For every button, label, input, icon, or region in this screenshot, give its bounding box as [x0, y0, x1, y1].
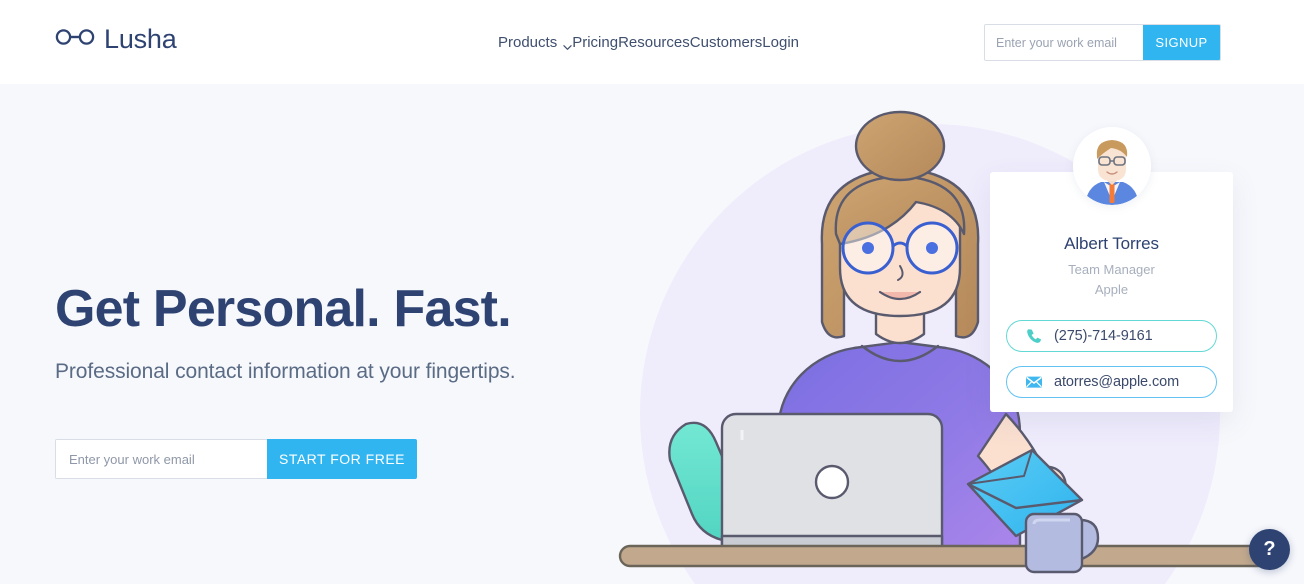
glasses-icon — [55, 28, 95, 51]
nav-label-login: Login — [762, 34, 799, 51]
chevron-down-icon — [563, 38, 572, 50]
phone-icon — [1025, 327, 1043, 345]
hero-section: Get Personal. Fast. Professional contact… — [0, 84, 1304, 584]
page-title: Get Personal. Fast. — [55, 280, 512, 338]
nav-item-products[interactable]: Products — [498, 33, 572, 53]
help-button[interactable]: ? — [1249, 529, 1290, 570]
nav-item-resources[interactable]: Resources — [618, 33, 690, 53]
mug-illustration — [1024, 512, 1100, 574]
nav-label-pricing: Pricing — [572, 34, 619, 51]
brand-name: Lusha — [104, 24, 177, 54]
header-email-input[interactable] — [985, 25, 1143, 60]
page-root: Lusha Products Pricing Resources Custome… — [0, 0, 1304, 584]
contact-email-pill[interactable]: atorres@apple.com — [1006, 366, 1217, 398]
header-signup-button[interactable]: SIGNUP — [1143, 25, 1220, 60]
hero-copy: Get Personal. Fast. Professional contact… — [55, 280, 655, 479]
contact-phone-value: (275)-714-9161 — [1054, 328, 1153, 344]
contact-card: Albert Torres Team Manager Apple (275)-7… — [990, 127, 1233, 412]
nav-label-products: Products — [498, 34, 558, 51]
nav-label-resources: Resources — [618, 34, 690, 51]
avatar — [1072, 127, 1151, 205]
question-mark-icon: ? — [1263, 538, 1276, 560]
main-navigation: Products Pricing Resources Customers Log… — [498, 33, 799, 53]
hero-cta-form: START FOR FREE — [55, 439, 417, 479]
nav-item-customers[interactable]: Customers — [690, 33, 763, 53]
contact-role: Team Manager — [1068, 262, 1155, 277]
laptop-illustration — [720, 412, 944, 566]
nav-item-login[interactable]: Login — [762, 33, 799, 53]
site-header: Lusha Products Pricing Resources Custome… — [0, 0, 1304, 84]
contact-company: Apple — [1094, 282, 1129, 297]
start-for-free-button[interactable]: START FOR FREE — [267, 439, 417, 479]
envelope-icon — [1025, 373, 1043, 391]
nav-label-customers: Customers — [689, 34, 763, 51]
contact-email-value: atorres@apple.com — [1054, 374, 1180, 390]
hero-email-input[interactable] — [55, 439, 267, 479]
page-subtitle: Professional contact information at your… — [55, 359, 516, 383]
brand-logo[interactable]: Lusha — [55, 26, 177, 53]
header-signup-form: SIGNUP — [984, 24, 1221, 61]
nav-item-pricing[interactable]: Pricing — [572, 33, 618, 53]
desk-illustration — [618, 544, 1282, 568]
contact-name: Albert Torres — [1064, 234, 1159, 253]
contact-phone-pill[interactable]: (275)-714-9161 — [1006, 320, 1217, 352]
